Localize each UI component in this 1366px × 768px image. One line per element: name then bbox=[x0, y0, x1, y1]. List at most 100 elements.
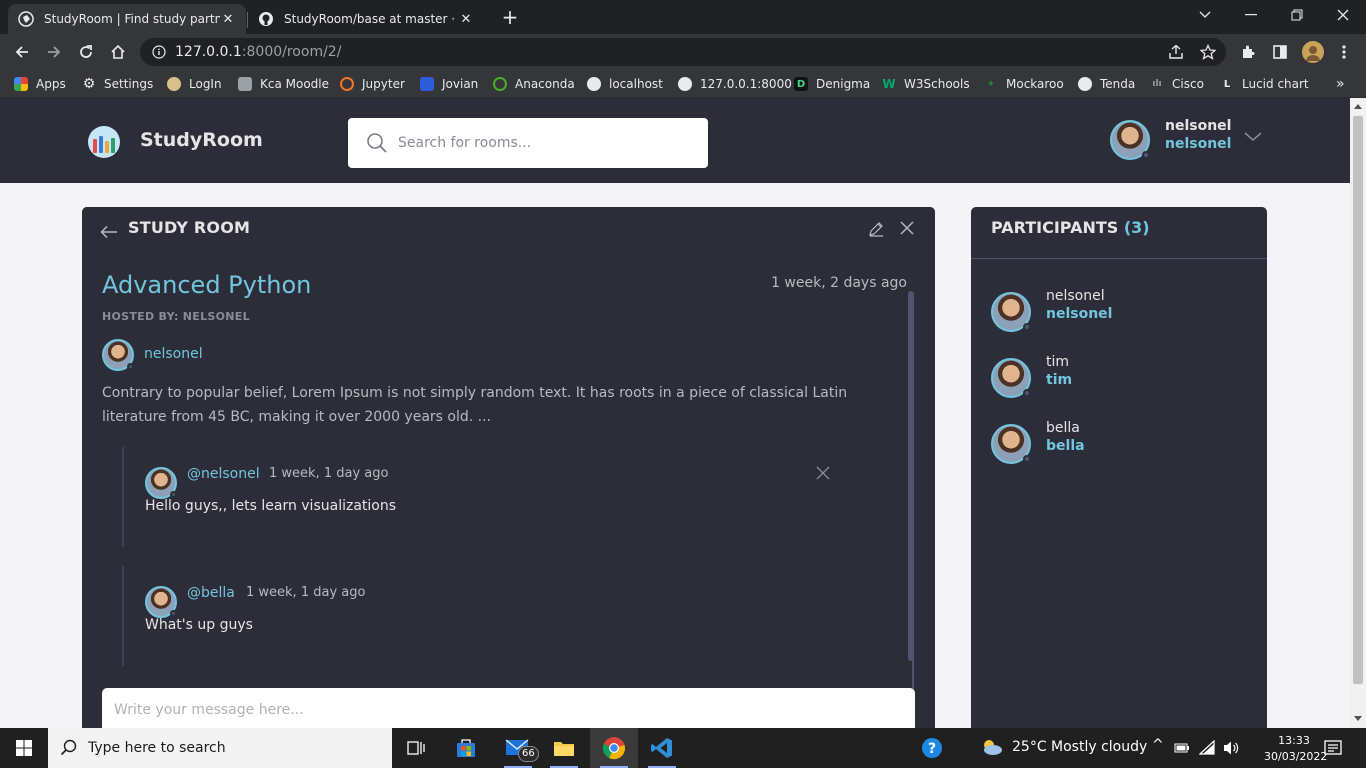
bookmark-denigma[interactable]: D Denigma bbox=[794, 75, 870, 93]
participant-avatar[interactable] bbox=[991, 424, 1031, 464]
delete-message-icon[interactable] bbox=[816, 466, 830, 480]
participant-handle[interactable]: tim bbox=[1046, 372, 1072, 388]
host-name-link[interactable]: nelsonel bbox=[144, 346, 203, 362]
browser-tab-github[interactable]: StudyRoom/base at master · 1Ne ✕ bbox=[248, 4, 484, 34]
vscode-icon[interactable] bbox=[638, 728, 686, 768]
bookmark-kca-moodle[interactable]: Kca Moodle bbox=[238, 75, 329, 93]
bookmark-lucid-chart[interactable]: L Lucid chart bbox=[1220, 75, 1309, 93]
close-icon[interactable] bbox=[900, 221, 914, 235]
wifi-icon[interactable] bbox=[1199, 740, 1215, 756]
bookmark-jovian[interactable]: Jovian bbox=[420, 75, 478, 93]
chevron-down-icon[interactable] bbox=[1244, 132, 1262, 142]
participant-handle[interactable]: bella bbox=[1046, 438, 1085, 454]
message-body: What's up guys bbox=[145, 617, 253, 633]
microsoft-store-icon[interactable] bbox=[442, 728, 490, 768]
share-icon[interactable] bbox=[1166, 42, 1186, 62]
studyroom-logo-icon[interactable] bbox=[88, 126, 120, 158]
tab-search-icon[interactable] bbox=[1182, 0, 1228, 30]
message-author-avatar[interactable] bbox=[145, 467, 177, 499]
more-bookmarks-icon[interactable]: » bbox=[1336, 75, 1345, 93]
close-window-button[interactable] bbox=[1320, 0, 1366, 30]
battery-icon[interactable] bbox=[1174, 741, 1190, 755]
bookmark-127-0-0-1[interactable]: 127.0.0.1:8000 bbox=[678, 75, 792, 93]
online-status-dot bbox=[1023, 323, 1031, 331]
reload-button[interactable] bbox=[72, 38, 100, 66]
room-created-time: 1 week, 2 days ago bbox=[771, 275, 907, 291]
search-icon bbox=[367, 133, 387, 153]
online-status-dot bbox=[170, 491, 177, 498]
moodle-icon bbox=[238, 77, 252, 91]
header-user-name[interactable]: nelsonel bbox=[1165, 118, 1231, 134]
participant-name[interactable]: tim bbox=[1046, 354, 1069, 370]
site-info-icon[interactable] bbox=[152, 45, 166, 59]
message-author[interactable]: @nelsonel bbox=[187, 466, 260, 482]
host-avatar[interactable] bbox=[102, 339, 134, 371]
weather-cloud-icon[interactable] bbox=[980, 738, 1004, 756]
home-button[interactable] bbox=[104, 38, 132, 66]
participant-handle[interactable]: nelsonel bbox=[1046, 306, 1112, 322]
bookmark-settings[interactable]: ⚙ Settings bbox=[82, 75, 154, 93]
online-status-dot bbox=[1142, 151, 1150, 159]
header-user-avatar[interactable] bbox=[1110, 120, 1150, 160]
bookmark-tenda[interactable]: Tenda bbox=[1078, 75, 1135, 93]
participant-avatar[interactable] bbox=[991, 292, 1031, 332]
message-composer-input[interactable]: Write your message here... bbox=[102, 688, 915, 728]
close-tab-icon[interactable]: ✕ bbox=[458, 12, 474, 27]
room-panel-title: STUDY ROOM bbox=[128, 218, 251, 237]
globe-icon bbox=[1078, 77, 1092, 91]
participant-name[interactable]: nelsonel bbox=[1046, 288, 1105, 304]
room-search-input[interactable]: Search for rooms... bbox=[348, 118, 708, 168]
message-author-avatar[interactable] bbox=[145, 586, 177, 618]
side-panel-icon[interactable] bbox=[1270, 42, 1290, 62]
taskbar-search-input[interactable]: Type here to search bbox=[48, 728, 392, 768]
bookmark-jupyter[interactable]: Jupyter bbox=[340, 75, 405, 93]
url-host: 127.0.0.1 bbox=[175, 44, 242, 60]
participant-name[interactable]: bella bbox=[1046, 420, 1080, 436]
weather-text[interactable]: 25°C Mostly cloudy bbox=[1012, 739, 1147, 755]
scroll-up-arrow-icon[interactable] bbox=[1354, 104, 1362, 109]
bookmark-w3schools[interactable]: W W3Schools bbox=[882, 75, 969, 93]
edit-pencil-icon[interactable] bbox=[868, 221, 884, 237]
denigma-icon: D bbox=[794, 77, 808, 91]
volume-icon[interactable] bbox=[1222, 740, 1240, 756]
bookmark-apps[interactable]: Apps bbox=[14, 75, 66, 93]
file-explorer-icon[interactable] bbox=[540, 728, 588, 768]
windows-start-icon[interactable] bbox=[0, 728, 48, 768]
bookmark-mockaroo[interactable]: ✦ Mockaroo bbox=[984, 75, 1064, 93]
back-button[interactable] bbox=[8, 38, 36, 66]
brand-name[interactable]: StudyRoom bbox=[140, 129, 263, 151]
notifications-icon[interactable] bbox=[1324, 740, 1342, 756]
chrome-menu-icon[interactable] bbox=[1334, 42, 1354, 62]
bookmark-cisco[interactable]: ılı Cisco bbox=[1150, 75, 1204, 93]
chevron-up-icon[interactable]: ^ bbox=[1152, 737, 1164, 753]
page-scrollbar-thumb[interactable] bbox=[1353, 116, 1363, 684]
forward-button[interactable] bbox=[40, 38, 68, 66]
profile-avatar-icon[interactable] bbox=[1302, 41, 1324, 63]
task-view-icon[interactable] bbox=[392, 728, 440, 768]
bookmark-star-icon[interactable] bbox=[1198, 42, 1218, 62]
bookmark-login[interactable]: LogIn bbox=[167, 75, 222, 93]
message-author[interactable]: @bella bbox=[187, 585, 235, 601]
bookmark-anaconda[interactable]: Anaconda bbox=[493, 75, 575, 93]
page-scrollbar[interactable] bbox=[1350, 98, 1366, 728]
minimize-button[interactable] bbox=[1228, 0, 1274, 30]
arrow-left-icon[interactable] bbox=[100, 225, 118, 239]
lucid-icon: L bbox=[1223, 78, 1231, 90]
chrome-icon[interactable] bbox=[590, 728, 638, 768]
site-header: StudyRoom Search for rooms... nelsonel n… bbox=[0, 98, 1350, 183]
bookmark-localhost[interactable]: localhost bbox=[587, 75, 663, 93]
header-user-handle[interactable]: nelsonel bbox=[1165, 136, 1231, 152]
address-bar[interactable]: 127.0.0.1:8000/room/2/ bbox=[140, 38, 1226, 66]
participants-panel: PARTICIPANTS (3) nelsonel nelsonel tim t… bbox=[971, 207, 1267, 728]
hosted-by-label: HOSTED BY: NELSONEL bbox=[102, 310, 250, 323]
extensions-icon[interactable] bbox=[1238, 42, 1258, 62]
participant-avatar[interactable] bbox=[991, 358, 1031, 398]
new-tab-button[interactable]: + bbox=[498, 6, 522, 30]
scroll-down-arrow-icon[interactable] bbox=[1354, 716, 1362, 721]
help-icon[interactable]: ? bbox=[908, 728, 956, 768]
system-clock[interactable]: 13:33 30/03/2022 bbox=[1264, 733, 1327, 765]
restore-button[interactable] bbox=[1274, 0, 1320, 30]
close-tab-icon[interactable]: ✕ bbox=[220, 12, 236, 27]
browser-tab-active[interactable]: StudyRoom | Find study partners ✕ bbox=[8, 4, 246, 34]
mail-icon[interactable]: 66 bbox=[494, 728, 542, 768]
